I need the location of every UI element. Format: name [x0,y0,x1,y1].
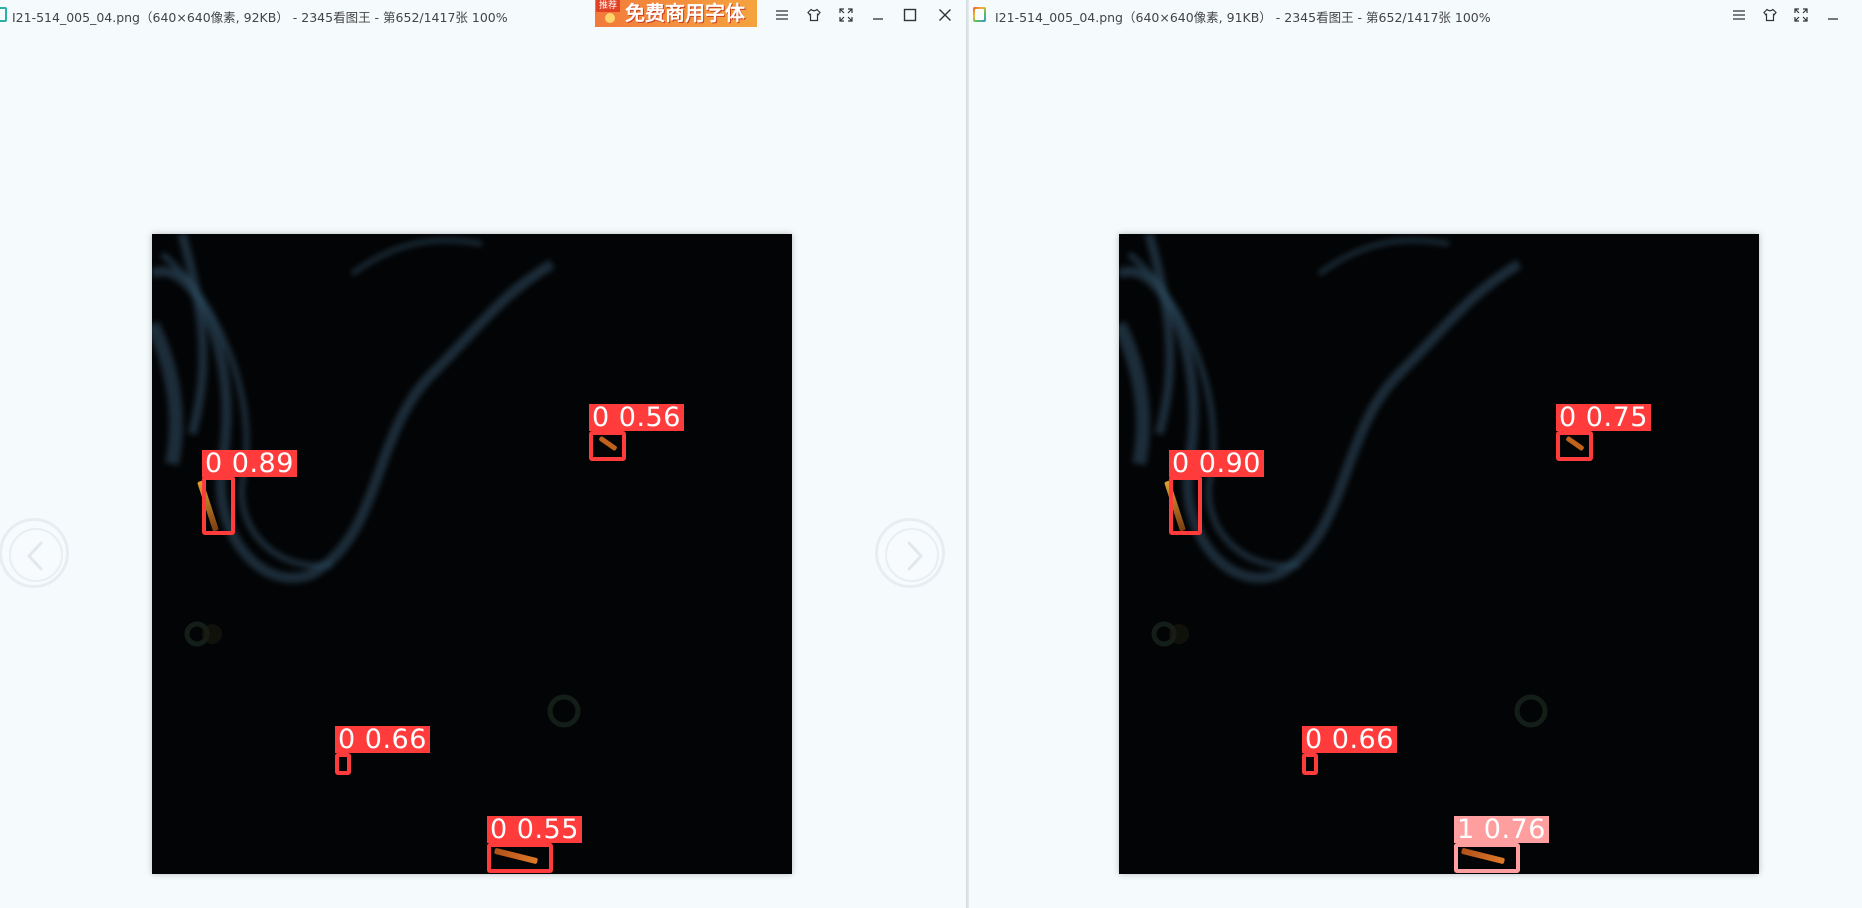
image-background [1119,234,1548,728]
detection-label: 1 0.76 [1454,816,1549,843]
image-canvas[interactable]: 0 0.90 0 0.75 0 0.66 1 0.76 [1119,234,1759,874]
skin-icon[interactable] [802,4,826,26]
fullscreen-icon[interactable] [834,4,858,26]
detection-box[interactable] [1302,753,1318,775]
detection-label: 0 0.90 [1169,450,1264,477]
ad-dot-icon [605,13,615,23]
detection-box[interactable] [589,431,626,461]
titlebar[interactable]: I21-514_005_04.png（640×640像素, 91KB） - 23… [969,0,1862,30]
ad-text: 免费商用字体 [625,1,745,25]
ad-tag: 推荐 [596,0,621,12]
titlebar[interactable]: I21-514_005_04.png（640×640像素, 92KB） - 23… [0,0,966,30]
ad-banner[interactable]: 推荐 免费商用字体 [595,0,757,27]
window-title: I21-514_005_04.png（640×640像素, 91KB） - 23… [995,10,1491,25]
detection-label: 0 0.75 [1556,404,1651,431]
detection-label: 0 0.89 [202,450,297,477]
app-icon [973,7,986,22]
right-viewer-window: I21-514_005_04.png（640×640像素, 91KB） - 23… [969,0,1862,908]
detection-label: 0 0.55 [487,816,582,843]
left-viewer-window: I21-514_005_04.png（640×640像素, 92KB） - 23… [0,0,966,908]
maximize-icon[interactable] [898,4,922,26]
skin-icon[interactable] [1758,4,1782,26]
detection-box[interactable] [1169,476,1202,535]
image-background [152,234,581,728]
minimize-icon[interactable] [866,4,890,26]
next-image-button[interactable] [875,518,945,588]
detection-label: 0 0.66 [1302,726,1397,753]
detection-box[interactable] [487,843,553,873]
menu-icon[interactable] [1727,4,1751,26]
detection-label: 0 0.66 [335,726,430,753]
detection-box[interactable] [202,476,235,535]
app-icon [0,7,7,22]
detection-box[interactable] [1556,431,1593,461]
image-canvas[interactable]: 0 0.89 0 0.56 0 0.66 0 0.55 [152,234,792,874]
fullscreen-icon[interactable] [1789,4,1813,26]
menu-icon[interactable] [770,4,794,26]
window-title: I21-514_005_04.png（640×640像素, 92KB） - 23… [12,10,508,25]
minimize-icon[interactable] [1821,4,1845,26]
detection-box[interactable] [335,753,351,775]
detection-label: 0 0.56 [589,404,684,431]
prev-image-button[interactable] [0,518,69,588]
detection-box[interactable] [1454,843,1520,873]
close-icon[interactable] [933,4,957,26]
